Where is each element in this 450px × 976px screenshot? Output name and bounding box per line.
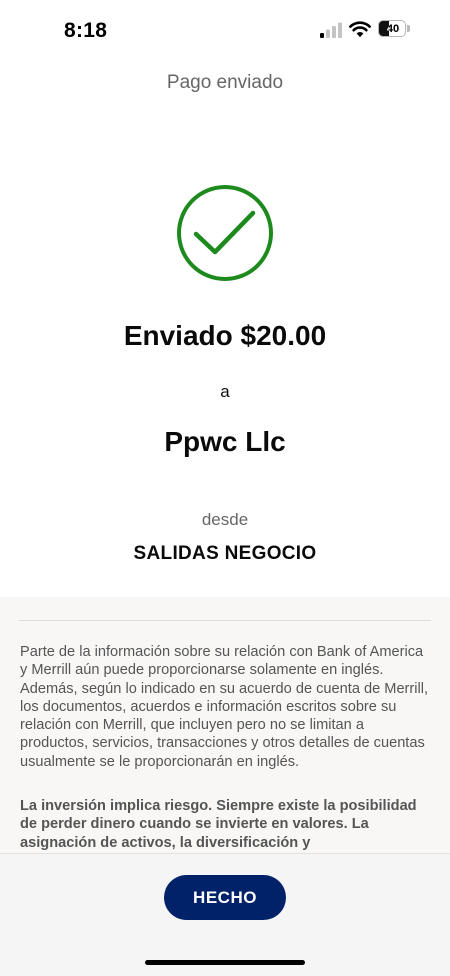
sent-amount: Enviado $20.00 <box>123 320 327 351</box>
battery-percentage: 40 <box>386 23 400 35</box>
done-button[interactable]: HECHO <box>164 875 286 920</box>
battery-icon: 40 <box>378 20 412 39</box>
home-indicator[interactable] <box>145 960 305 965</box>
language-disclosure: Parte de la información sobre su relació… <box>20 644 429 770</box>
payment-sent-screen: 8:18 40 Pago enviado Enviado $20.00 a Pp… <box>0 0 450 976</box>
battery-cap <box>407 25 410 32</box>
wifi-icon <box>349 21 371 38</box>
source-account-name: SALIDAS NEGOCIO <box>133 543 317 564</box>
investment-risk-disclosure: La inversión implica riesgo. Siempre exi… <box>20 798 417 851</box>
footer: HECHO <box>0 853 450 976</box>
to-label: a <box>220 382 230 401</box>
disclosure-section[interactable]: Parte de la información sobre su relació… <box>0 597 450 853</box>
status-time: 8:18 <box>64 19 108 42</box>
page-title: Pago enviado <box>166 72 284 93</box>
status-bar: 8:18 40 <box>0 0 450 60</box>
battery-body: 40 <box>378 20 406 37</box>
checkmark-circle-icon <box>177 185 273 281</box>
recipient-name: Ppwc Llc <box>164 426 286 457</box>
divider <box>19 620 431 621</box>
from-label: desde <box>201 510 249 529</box>
signal-icon <box>320 22 342 38</box>
